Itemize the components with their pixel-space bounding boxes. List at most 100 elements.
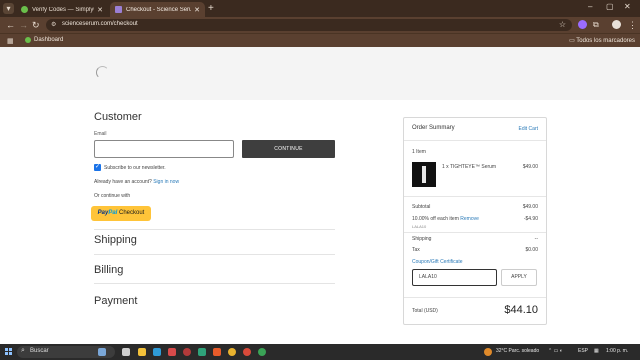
tab-checkout[interactable]: Checkout - Science Serum™ ✕ bbox=[110, 2, 205, 17]
tab-search-button[interactable]: ▾ bbox=[3, 3, 14, 14]
extension-icon[interactable] bbox=[578, 20, 587, 29]
apply-coupon-button[interactable]: APPLY bbox=[501, 269, 537, 286]
browser-toolbar: ← → ↻ ⚙ scienceserum.com/checkout ☆ ⧉ ⋮ bbox=[0, 17, 640, 33]
paypal-checkout-button[interactable]: PayPal Checkout bbox=[91, 206, 151, 221]
sign-in-link[interactable]: Sign in now bbox=[153, 179, 179, 185]
taskbar-widget-icon[interactable] bbox=[98, 348, 106, 356]
reload-icon[interactable]: ↻ bbox=[32, 19, 40, 31]
shipping-label: Shipping bbox=[412, 236, 432, 242]
newsletter-checkbox[interactable]: ✓ bbox=[94, 164, 101, 171]
paypal-checkout-label: Checkout bbox=[119, 210, 145, 216]
discount-value: -$4.90 bbox=[523, 216, 538, 222]
minimize-icon[interactable]: – bbox=[588, 2, 592, 11]
email-label: Email bbox=[94, 131, 107, 137]
tray-status-icons[interactable]: ▦ bbox=[594, 348, 599, 354]
url-text[interactable]: scienceserum.com/checkout bbox=[62, 21, 138, 27]
shipping-heading[interactable]: Shipping bbox=[94, 234, 137, 246]
chrome-icon[interactable] bbox=[243, 348, 251, 356]
all-bookmarks-label: Todos los marcadores bbox=[576, 38, 635, 44]
task-view-icon[interactable] bbox=[122, 348, 130, 356]
paypal-logo-pay: Pay bbox=[97, 210, 109, 216]
bookmark-dashboard[interactable]: Dashboard bbox=[25, 37, 63, 43]
app-icon[interactable] bbox=[213, 348, 221, 356]
simplycodes-favicon-icon bbox=[21, 6, 28, 13]
file-explorer-icon[interactable] bbox=[138, 348, 146, 356]
tab-verify-codes[interactable]: Verify Codes — SimplyCodes ✕ bbox=[16, 2, 108, 17]
close-icon[interactable]: ✕ bbox=[194, 6, 200, 14]
forward-arrow-icon[interactable]: → bbox=[19, 19, 28, 31]
tax-label: Tax bbox=[412, 247, 420, 253]
paypal-logo-pal: Pal bbox=[108, 210, 118, 216]
weather-icon[interactable] bbox=[484, 348, 492, 356]
summary-divider bbox=[404, 297, 546, 298]
language-indicator[interactable]: ESP bbox=[578, 348, 588, 354]
payment-heading[interactable]: Payment bbox=[94, 295, 137, 307]
browser-tab-strip: ▾ Verify Codes — SimplyCodes ✕ Checkout … bbox=[0, 0, 640, 17]
maximize-icon[interactable]: ▢ bbox=[606, 2, 614, 11]
chrome-icon[interactable] bbox=[258, 348, 266, 356]
new-tab-button[interactable]: + bbox=[208, 3, 214, 14]
chrome-icon[interactable] bbox=[228, 348, 236, 356]
apps-grid-icon[interactable]: ▦ bbox=[7, 37, 14, 45]
summary-divider bbox=[404, 196, 546, 197]
customer-heading: Customer bbox=[94, 111, 142, 123]
section-divider bbox=[94, 229, 335, 230]
bookmark-label: Dashboard bbox=[34, 37, 64, 43]
product-name: 1 x TIGHTEYE™ Serum bbox=[442, 164, 497, 170]
edge-icon[interactable] bbox=[153, 348, 161, 356]
site-info-icon[interactable]: ⚙ bbox=[51, 21, 56, 28]
product-thumbnail bbox=[412, 162, 436, 187]
app-icon[interactable] bbox=[198, 348, 206, 356]
discount-code: LALA10 bbox=[412, 224, 427, 229]
remove-discount-link[interactable]: Remove bbox=[460, 216, 479, 222]
product-price: $49.00 bbox=[522, 164, 538, 170]
close-window-icon[interactable]: ✕ bbox=[624, 2, 631, 11]
back-arrow-icon[interactable]: ← bbox=[6, 19, 15, 31]
email-field[interactable] bbox=[94, 140, 234, 158]
tray-icons[interactable]: ⌃ ▭ ◐ bbox=[548, 348, 563, 354]
clock[interactable]: 1:00 p. m. bbox=[606, 348, 628, 354]
subtotal-label: Subtotal bbox=[412, 204, 431, 210]
coupon-link[interactable]: Coupon/Gift Certificate bbox=[412, 259, 463, 265]
newsletter-label: Subscribe to our newsletter. bbox=[104, 165, 166, 171]
shipping-value: -- bbox=[534, 236, 538, 242]
total-value: $44.10 bbox=[504, 304, 538, 316]
puzzle-extensions-icon[interactable]: ⧉ bbox=[593, 19, 599, 31]
search-icon: ⌕ bbox=[21, 347, 25, 354]
loading-spinner-icon bbox=[96, 66, 109, 79]
or-continue-text: Or continue with bbox=[94, 193, 131, 199]
coupon-input[interactable]: LALA10 bbox=[412, 269, 497, 286]
order-summary-panel: Order Summary Edit Cart 1 Item 1 x TIGHT… bbox=[403, 117, 547, 325]
serum-bottle-icon bbox=[422, 166, 426, 183]
edit-cart-link[interactable]: Edit Cart bbox=[519, 126, 538, 132]
tab-title: Verify Codes — SimplyCodes bbox=[32, 6, 94, 13]
close-icon[interactable]: ✕ bbox=[97, 6, 103, 14]
billing-heading[interactable]: Billing bbox=[94, 264, 123, 276]
all-bookmarks-folder[interactable]: ▭ Todos los marcadores bbox=[569, 37, 635, 44]
section-divider bbox=[94, 254, 335, 255]
continue-button[interactable]: CONTINUE bbox=[242, 140, 335, 158]
subtotal-value: $49.00 bbox=[522, 204, 538, 210]
science-serum-favicon-icon bbox=[115, 6, 122, 13]
have-account-row: Already have an account? Sign in now bbox=[94, 179, 179, 185]
app-icon[interactable] bbox=[168, 348, 176, 356]
address-bar[interactable]: ⚙ scienceserum.com/checkout ☆ bbox=[46, 19, 572, 31]
discount-row: 10.00% off each item Remove bbox=[412, 216, 479, 222]
have-account-text: Already have an account? bbox=[94, 179, 152, 185]
bookmark-star-icon[interactable]: ☆ bbox=[559, 20, 566, 29]
weather-text[interactable]: 32°C Parc. soleado bbox=[496, 348, 539, 354]
profile-avatar[interactable] bbox=[612, 20, 621, 29]
windows-start-icon[interactable] bbox=[5, 348, 13, 356]
app-icon[interactable] bbox=[183, 348, 191, 356]
summary-divider bbox=[404, 140, 546, 141]
dashboard-favicon-icon bbox=[25, 37, 31, 43]
bookmarks-bar: ▦ Dashboard ▭ Todos los marcadores bbox=[0, 33, 640, 47]
section-divider bbox=[94, 283, 335, 284]
total-label: Total (USD) bbox=[412, 308, 438, 314]
tax-value: $0.00 bbox=[525, 247, 538, 253]
tab-title: Checkout - Science Serum™ bbox=[126, 6, 192, 13]
summary-divider bbox=[404, 232, 546, 233]
order-summary-title: Order Summary bbox=[412, 125, 455, 131]
menu-dots-icon[interactable]: ⋮ bbox=[628, 19, 637, 31]
item-count: 1 Item bbox=[412, 149, 426, 155]
